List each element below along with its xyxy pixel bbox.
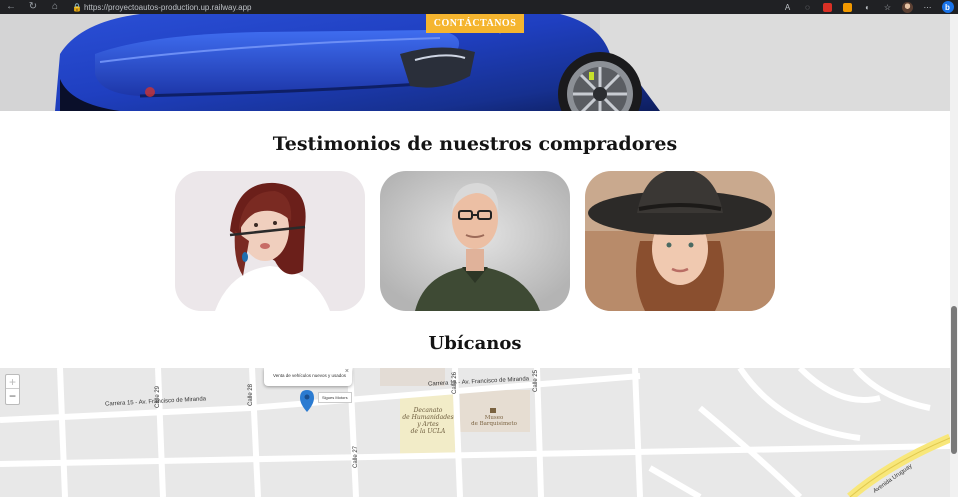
street-label: Calle 28 [248, 383, 254, 406]
lock-icon[interactable]: 🔒 [72, 3, 82, 12]
street-label: Calle 26 [452, 371, 458, 394]
map-marker-tag: Sigues Motors [318, 392, 352, 403]
zoom-in-button[interactable]: + [6, 375, 19, 389]
street-label: Calle 27 [353, 445, 359, 468]
favorites-icon[interactable]: ☆ [881, 2, 894, 13]
poi-museum[interactable]: Museo de Barquisimeto [466, 415, 522, 428]
location-title: Ubícanos [428, 333, 522, 354]
close-icon[interactable]: × [345, 368, 349, 375]
zoom-out-button[interactable]: − [6, 389, 19, 403]
bing-icon[interactable]: b [941, 1, 954, 13]
refresh-icon[interactable]: ↻ [22, 0, 44, 14]
street-label: Calle 25 [533, 369, 539, 392]
more-options-icon[interactable]: ⋯ [921, 2, 934, 13]
extension-orange-icon[interactable] [841, 2, 854, 13]
testimonial-photo-2 [380, 171, 570, 311]
hero-banner: CONTÁCTANOS [0, 14, 950, 111]
map-tiles[interactable] [0, 368, 950, 497]
poi-line: de Barquisimeto [471, 421, 517, 428]
contact-button[interactable]: CONTÁCTANOS [426, 14, 524, 33]
address-bar[interactable]: https://proyectoautos-production.up.rail… [84, 3, 252, 12]
collections-icon[interactable]: ◐ [861, 2, 874, 13]
location-map[interactable]: + − Venta de vehículos nuevos y usados ×… [0, 368, 950, 497]
testimonials-title: Testimonios de nuestros compradores [272, 133, 678, 155]
testimonial-photo-1 [175, 171, 365, 311]
back-icon[interactable]: ← [0, 0, 22, 14]
map-zoom-controls: + − [5, 374, 20, 405]
street-label: Calle 29 [155, 385, 161, 408]
profile-avatar[interactable] [901, 1, 914, 13]
testimonial-photo-3 [585, 171, 775, 311]
extension-red-icon[interactable] [821, 2, 834, 13]
poi-ucla[interactable]: Decanato de Humanidades y Artes de la UC… [402, 407, 454, 436]
tracking-icon[interactable]: ◌ [801, 2, 814, 13]
scrollbar-thumb[interactable] [951, 306, 957, 454]
page-scrollbar[interactable] [950, 14, 958, 497]
popup-text: Venta de vehículos nuevos y usados [273, 373, 347, 378]
poi-line: de la UCLA [410, 427, 446, 435]
read-aloud-icon[interactable]: A [781, 2, 794, 13]
home-icon[interactable]: ⌂ [44, 0, 66, 14]
browser-toolbar: ← ↻ ⌂ 🔒 https://proyectoautos-production… [0, 0, 958, 14]
map-popup: Venta de vehículos nuevos y usados × [264, 368, 352, 386]
